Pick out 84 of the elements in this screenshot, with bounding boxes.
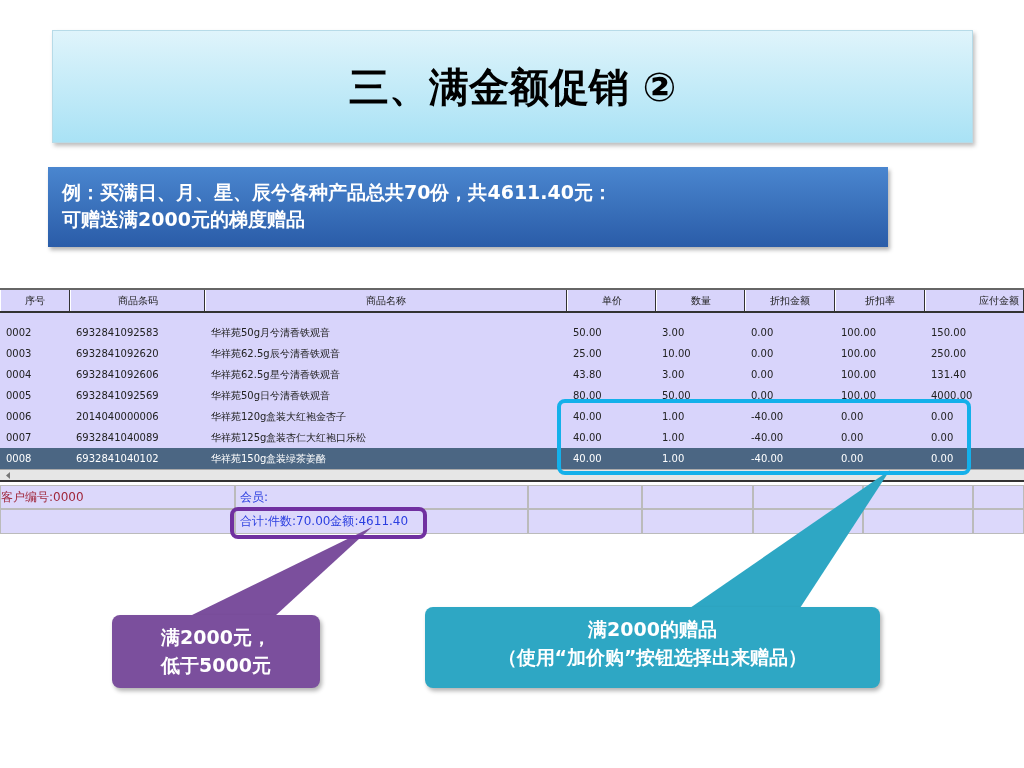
slide-title: 三、满金额促销 ② — [348, 62, 677, 112]
table-cell-text: 6932841092606 — [75, 368, 160, 382]
table-cell-text: 1.00 — [661, 452, 686, 466]
column-header[interactable]: 单价 — [567, 290, 656, 311]
column-header[interactable]: 商品条码 — [70, 290, 205, 311]
table-cell-text: 6932841092583 — [75, 326, 160, 340]
scroll-left-icon[interactable] — [4, 470, 12, 480]
table-cell-text: 0.00 — [840, 431, 865, 445]
table-cell-text: 0.00 — [840, 410, 865, 424]
table-cell-text: 3.00 — [661, 368, 686, 382]
table-cell-text: 6932841092620 — [75, 347, 160, 361]
table-cell-text: 0.00 — [750, 326, 775, 340]
table-cell-text: 2014040000006 — [75, 410, 160, 424]
table-cell-text: -40.00 — [750, 410, 785, 424]
table-cell-text: 0004 — [5, 368, 33, 382]
table-cell-text: 1.00 — [661, 431, 686, 445]
column-header[interactable]: 商品名称 — [205, 290, 567, 311]
table-cell-text: 80.00 — [572, 389, 603, 403]
table-cell-text: 华祥苑125g盒装杏仁大红袍口乐松 — [210, 431, 368, 445]
table-cell-text: 50.00 — [572, 326, 603, 340]
table-cell-text: 华祥苑62.5g星兮清香铁观音 — [210, 368, 341, 382]
table-cell-text: 4000.00 — [930, 389, 974, 403]
member-label: 会员: — [235, 485, 528, 509]
table-cell-text: 1.00 — [661, 410, 686, 424]
table-cell-text: 0.00 — [750, 389, 775, 403]
table-cell-text: 150.00 — [930, 326, 967, 340]
table-row[interactable]: 0004 6932841092606 华祥苑62.5g星兮清香铁观音 43.80 3.00 0.00 100.00 131.40 — [0, 364, 1024, 385]
table-cell-text: 25.00 — [572, 347, 603, 361]
table-cell-text: 50.00 — [661, 389, 692, 403]
table-row[interactable]: 0003 6932841092620 华祥苑62.5g辰兮清香铁观音 25.00 10.00 0.00 100.00 250.00 — [0, 343, 1024, 364]
table-cell-text: 0.00 — [930, 410, 955, 424]
callout-text: 满2000元， — [160, 625, 272, 650]
table-cell-text: 40.00 — [572, 410, 603, 424]
table-cell-text: 10.00 — [661, 347, 692, 361]
callout-text: 低于5000元 — [159, 653, 272, 678]
table-row[interactable]: 0006 2014040000006 华祥苑120g盒装大红袍金杏子 40.00 1.00 -40.00 0.00 0.00 — [0, 406, 1024, 427]
column-header[interactable]: 折扣率 — [835, 290, 925, 311]
table-cell-text: 100.00 — [840, 326, 877, 340]
callout-text: 满2000的赠品 — [587, 617, 718, 642]
table-cell-text: 0003 — [5, 347, 33, 361]
table-row[interactable]: 0007 6932841040089 华祥苑125g盒装杏仁大红袍口乐松 40.00 1.00 -40.00 0.00 0.00 — [0, 427, 1024, 448]
table-cell-text: 40.00 — [572, 431, 603, 445]
table-cell-text: 华祥苑150g盒装绿茶姜酪 — [210, 452, 328, 466]
callout-text: （使用“加价购”按钮选择出来赠品） — [496, 645, 809, 670]
table-cell-text: -40.00 — [750, 452, 785, 466]
table-cell-text: 0008 — [5, 452, 33, 466]
table-cell-text: 0.00 — [840, 452, 865, 466]
column-header[interactable]: 序号 — [0, 290, 70, 311]
table-cell-text: 131.40 — [930, 368, 967, 382]
panel-cell — [973, 509, 1024, 534]
table-cell-text: 0.00 — [930, 452, 955, 466]
table-cell-text: 0.00 — [750, 347, 775, 361]
table-cell-text: 40.00 — [572, 452, 603, 466]
panel-cell — [973, 485, 1024, 509]
note-text: 可赠送满2000元的梯度赠品 — [62, 207, 306, 232]
table-cell-text: 43.80 — [572, 368, 603, 382]
table-cell-text: 0007 — [5, 431, 33, 445]
column-header[interactable]: 应付金额 — [925, 290, 1024, 311]
total-label: 合计:件数:70.00金额:4611.40 — [235, 509, 528, 534]
table-cell-text: 6932841040102 — [75, 452, 160, 466]
column-header[interactable]: 折扣金额 — [745, 290, 835, 311]
table-row[interactable]: 0002 6932841092583 华祥苑50g月兮清香铁观音 50.00 3.00 0.00 100.00 150.00 — [0, 322, 1024, 343]
customer-label: 客户编号:0000 — [0, 485, 235, 509]
table-cell-text: -40.00 — [750, 431, 785, 445]
table-cell-text: 华祥苑50g月兮清香铁观音 — [210, 326, 332, 340]
table-cell-text: 华祥苑50g日兮清香铁观音 — [210, 389, 332, 403]
table-cell-text: 100.00 — [840, 389, 877, 403]
table-cell-text: 3.00 — [661, 326, 686, 340]
table-cell-text: 100.00 — [840, 347, 877, 361]
table-cell-text: 6932841092569 — [75, 389, 160, 403]
table-cell-text: 100.00 — [840, 368, 877, 382]
table-cell-text: 0005 — [5, 389, 33, 403]
table-cell-text: 0006 — [5, 410, 33, 424]
table-row[interactable]: 0008 6932841040102 华祥苑150g盒装绿茶姜酪 40.00 1.00 -40.00 0.00 0.00 — [0, 448, 1024, 469]
table-cell-text: 华祥苑62.5g辰兮清香铁观音 — [210, 347, 341, 361]
table-cell-text: 华祥苑120g盒装大红袍金杏子 — [210, 410, 348, 424]
table-row[interactable]: 0005 6932841092569 华祥苑50g日兮清香铁观音 80.00 50.00 0.00 100.00 4000.00 — [0, 385, 1024, 406]
column-header[interactable]: 数量 — [656, 290, 745, 311]
note-text: 例：买满日、月、星、辰兮各种产品总共70份，共4611.40元： — [62, 180, 613, 205]
table-cell-text: 0.00 — [750, 368, 775, 382]
table-cell-text: 0.00 — [930, 431, 955, 445]
table-cell-text: 0002 — [5, 326, 33, 340]
table-cell-text: 250.00 — [930, 347, 967, 361]
table-cell-text: 6932841040089 — [75, 431, 160, 445]
